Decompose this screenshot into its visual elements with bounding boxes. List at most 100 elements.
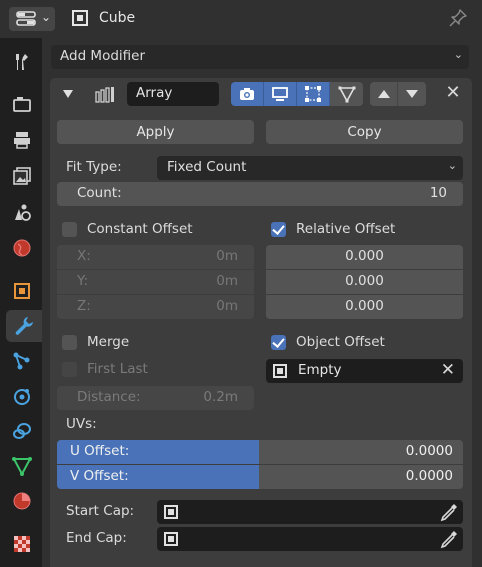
relative-offset-z-field[interactable]: 0.000 (266, 295, 463, 319)
constraints-icon (13, 423, 31, 439)
arrow-down-icon (406, 90, 418, 98)
tab-constraints[interactable] (6, 415, 38, 447)
x-value: 0m (216, 248, 238, 264)
distance-value: 0.2m (203, 389, 238, 405)
pin-icon[interactable] (448, 8, 468, 28)
camera-back-icon (13, 97, 31, 112)
image-stack-icon (13, 167, 31, 185)
count-field[interactable]: Count: 10 (57, 182, 463, 206)
move-up-button[interactable] (370, 82, 398, 106)
editmode-toggle[interactable] (297, 82, 330, 106)
first-last-checkbox[interactable] (62, 362, 77, 377)
printer-icon (14, 132, 30, 149)
object-offset-label: Object Offset (296, 334, 385, 350)
count-value: 10 (429, 185, 447, 201)
u-offset-field[interactable]: U Offset: 0.0000 (57, 440, 463, 464)
constant-offset-z-field[interactable]: Z: 0m (57, 295, 254, 319)
edit-mode-icon (305, 86, 321, 102)
chevron-down-icon: ⌄ (41, 10, 52, 24)
v-offset-label: V Offset: (70, 468, 129, 484)
arrow-up-icon (377, 90, 390, 98)
object-icon (72, 10, 88, 26)
constant-offset-checkbox[interactable] (62, 222, 77, 237)
tab-output[interactable] (6, 124, 38, 156)
constant-offset-y-field[interactable]: Y: 0m (57, 270, 254, 294)
relative-offset-y-field[interactable]: 0.000 (266, 270, 463, 294)
u-offset-label: U Offset: (70, 443, 130, 459)
z-label: Z: (77, 298, 91, 314)
v-offset-field[interactable]: V Offset: 0.0000 (57, 465, 463, 489)
globe-icon (13, 239, 31, 257)
modifier-panel: Add Modifier ⌄ Array ✕ Apply Copy Fit Ty… (42, 38, 482, 567)
add-modifier-label: Add Modifier (60, 48, 146, 64)
merge-checkbox[interactable] (62, 335, 77, 350)
eyedropper-icon[interactable] (439, 502, 459, 522)
offset-object-value: Empty (298, 362, 342, 378)
first-last-label: First Last (87, 361, 148, 377)
modifier-name-field[interactable]: Array (127, 82, 219, 106)
x-value: 0.000 (345, 248, 384, 264)
tab-object[interactable] (6, 275, 38, 307)
camera-icon (240, 88, 254, 100)
fit-type-dropdown[interactable]: Fixed Count ⌄ (157, 156, 463, 180)
relative-offset-x-field[interactable]: 0.000 (266, 245, 463, 269)
tab-modifiers[interactable] (6, 310, 42, 342)
modifier-move-buttons (370, 82, 426, 106)
tab-view-layer[interactable] (6, 160, 38, 192)
tab-scene[interactable] (6, 196, 38, 228)
copy-button[interactable]: Copy (266, 120, 463, 144)
z-value: 0.000 (345, 298, 384, 314)
wrench-icon (15, 317, 33, 335)
constant-offset-x-field[interactable]: X: 0m (57, 245, 254, 269)
relative-offset-label: Relative Offset (296, 221, 396, 237)
count-label: Count: (77, 185, 122, 201)
object-name: Cube (99, 10, 136, 26)
collapse-arrow-icon[interactable] (63, 90, 73, 98)
remove-modifier-icon[interactable]: ✕ (443, 83, 463, 103)
relative-offset-checkbox[interactable] (271, 222, 286, 237)
add-modifier-dropdown[interactable]: Add Modifier ⌄ (51, 45, 469, 69)
tab-physics[interactable] (6, 380, 38, 412)
x-label: X: (77, 248, 91, 264)
object-icon (164, 505, 178, 519)
eyedropper-icon[interactable] (439, 529, 459, 549)
tab-texture[interactable] (6, 528, 38, 560)
end-cap-label: End Cap: (66, 530, 127, 546)
monitor-icon (272, 87, 288, 101)
tab-particles[interactable] (6, 345, 38, 377)
y-value: 0m (216, 273, 238, 289)
start-cap-label: Start Cap: (66, 503, 135, 519)
fit-type-label: Fit Type: (66, 159, 122, 175)
tab-tool[interactable] (6, 46, 38, 78)
object-offset-checkbox[interactable] (271, 335, 286, 350)
viewport-toggle[interactable] (264, 82, 297, 106)
object-icon (273, 364, 287, 378)
offset-object-field[interactable]: Empty ✕ (266, 359, 463, 383)
apply-button[interactable]: Apply (57, 120, 254, 144)
tab-material[interactable] (6, 485, 38, 517)
cage-icon (338, 86, 355, 103)
v-offset-value: 0.0000 (405, 468, 453, 484)
tab-data[interactable] (6, 450, 38, 482)
array-modifier-icon (95, 87, 114, 103)
end-cap-field[interactable] (157, 527, 463, 551)
editor-type-button[interactable]: ⌄ (9, 7, 55, 31)
clear-icon[interactable]: ✕ (441, 360, 455, 380)
properties-editor-icon (16, 11, 36, 26)
render-toggle[interactable] (231, 82, 264, 106)
y-value: 0.000 (345, 273, 384, 289)
tab-render[interactable] (6, 88, 38, 120)
merge-distance-field[interactable]: Distance: 0.2m (57, 386, 254, 410)
move-down-button[interactable] (398, 82, 426, 106)
object-icon (14, 283, 30, 299)
array-modifier-box: Array ✕ Apply Copy Fit Type: Fixed Count… (50, 78, 472, 567)
checker-texture-icon (14, 536, 30, 552)
cage-toggle[interactable] (330, 82, 363, 106)
wrench-screwdriver-icon (16, 54, 28, 70)
particles-icon (13, 352, 30, 370)
chevron-down-icon: ⌄ (453, 48, 463, 61)
constant-offset-vector: X: 0m Y: 0m Z: 0m (57, 245, 254, 319)
y-label: Y: (77, 273, 89, 289)
tab-world[interactable] (6, 232, 38, 264)
start-cap-field[interactable] (157, 500, 463, 524)
